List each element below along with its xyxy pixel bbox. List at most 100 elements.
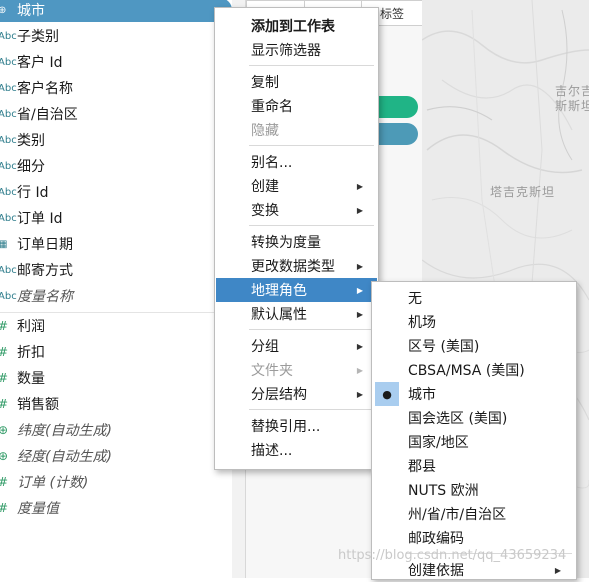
geo-role-option[interactable]: NUTS 欧洲	[373, 478, 575, 502]
geo-role-option[interactable]: 州/省/市/自治区	[373, 502, 575, 526]
context-menu-item[interactable]: 重命名	[216, 94, 377, 118]
field-label: 类别	[17, 133, 45, 149]
measure-field[interactable]: # 折扣	[0, 340, 232, 364]
menu-item-label: 默认属性	[251, 307, 307, 323]
context-menu-item[interactable]: 分组 ▶	[216, 334, 377, 358]
field-label: 客户 Id	[17, 55, 63, 71]
geo-role-option[interactable]: CBSA/MSA (美国)	[373, 358, 575, 382]
context-menu-item[interactable]: 更改数据类型 ▶	[216, 254, 377, 278]
context-menu-item[interactable]: 地理角色 ▶	[216, 278, 377, 302]
context-menu-item[interactable]: 替换引用...	[216, 414, 377, 438]
field-label: 数量	[17, 371, 45, 387]
context-menu-item[interactable]: 创建 ▶	[216, 174, 377, 198]
string-type-icon: Abc	[0, 134, 17, 146]
context-menu-item[interactable]: 默认属性 ▶	[216, 302, 377, 326]
globe-icon: ⊕	[0, 449, 9, 463]
field-label: 细分	[17, 159, 45, 175]
field-label: 订单 (计数)	[17, 475, 89, 491]
menu-item-label: 变换	[251, 203, 279, 219]
string-type-icon: Abc	[0, 186, 17, 198]
context-menu-item[interactable]: 显示筛选器	[216, 38, 377, 62]
dimension-field[interactable]: Abc 订单 Id	[0, 206, 232, 230]
measure-field[interactable]: # 数量	[0, 366, 232, 390]
map-label-tajikistan: 塔吉克斯坦	[490, 185, 556, 199]
string-type-icon: Abc	[0, 82, 17, 94]
menu-item-label: 别名...	[251, 155, 293, 171]
field-context-menu: 添加到工作表 显示筛选器 复制 重命名 隐藏 别名... 创建 ▶ 变换 ▶ 转换为度量 更改数据类型…	[214, 7, 379, 470]
field-label: 客户名称	[17, 81, 73, 97]
context-menu-item: 文件夹 ▶	[216, 358, 377, 382]
measure-field[interactable]: ⊕ 纬度(自动生成)	[0, 418, 232, 442]
field-label: 子类别	[17, 29, 59, 45]
geo-role-option[interactable]: 无	[373, 286, 575, 310]
pane-divider	[0, 312, 232, 313]
dimension-field[interactable]: ⊕ 城市	[0, 0, 232, 22]
measure-field[interactable]: # 订单 (计数)	[0, 470, 232, 494]
geo-role-option[interactable]: 国家/地区	[373, 430, 575, 454]
measure-field[interactable]: # 利润	[0, 314, 232, 338]
dimension-field[interactable]: Abc 客户名称	[0, 76, 232, 100]
context-menu-item[interactable]: 添加到工作表	[216, 14, 377, 38]
geo-role-option[interactable]: 郡县	[373, 454, 575, 478]
context-menu-item[interactable]: 复制	[216, 70, 377, 94]
context-menu-item[interactable]: 描述...	[216, 438, 377, 462]
dimension-field[interactable]: Abc 度量名称	[0, 284, 232, 308]
dimension-field[interactable]: Abc 邮寄方式	[0, 258, 232, 282]
geo-role-label: 区号 (美国)	[408, 339, 480, 355]
geo-role-label: 机场	[408, 315, 436, 331]
field-label: 利润	[17, 319, 45, 335]
submenu-arrow-icon: ▶	[356, 365, 363, 375]
dimension-field[interactable]: Abc 细分	[0, 154, 232, 178]
context-menu-item[interactable]: 转换为度量	[216, 230, 377, 254]
menu-item-label: 分组	[251, 339, 279, 355]
string-type-icon: Abc	[0, 212, 17, 224]
measure-field[interactable]: # 销售额	[0, 392, 232, 416]
context-menu-item: 隐藏	[216, 118, 377, 142]
dimension-field[interactable]: Abc 行 Id	[0, 180, 232, 204]
geo-role-option[interactable]: 机场	[373, 310, 575, 334]
measure-field[interactable]: # 度量值	[0, 496, 232, 520]
field-label: 度量名称	[17, 289, 73, 305]
field-label: 度量值	[17, 501, 59, 517]
measure-field[interactable]: ⊕ 经度(自动生成)	[0, 444, 232, 468]
dimension-field[interactable]: Abc 子类别	[0, 24, 232, 48]
number-icon: #	[0, 475, 12, 489]
field-label: 省/自治区	[17, 107, 78, 123]
menu-separator	[249, 329, 374, 330]
dimension-field[interactable]: Abc 类别	[0, 128, 232, 152]
menu-item-label: 创建	[251, 179, 279, 195]
number-icon: #	[0, 345, 12, 359]
menu-item-label: 隐藏	[251, 123, 279, 139]
watermark: https://blog.csdn.net/qq_43659234	[338, 548, 567, 563]
menu-item-label: 复制	[251, 75, 279, 91]
geo-role-option[interactable]: 邮政编码	[373, 526, 575, 550]
menu-item-label: 显示筛选器	[251, 43, 321, 59]
number-icon: #	[0, 371, 12, 385]
menu-item-label: 更改数据类型	[251, 259, 335, 275]
context-menu-item[interactable]: 别名...	[216, 150, 377, 174]
map-label-kyrgyz-2: 斯斯坦	[555, 99, 589, 113]
geo-role-label: 邮政编码	[408, 531, 464, 547]
dimension-field[interactable]: ▦ 订单日期	[0, 232, 232, 256]
geo-role-label: 郡县	[408, 459, 436, 475]
geographic-role-submenu: 无机场区号 (美国) CBSA/MSA (美国) ● 城市 国会选区 (美国) 国家/地区…	[371, 281, 577, 580]
field-label: 折扣	[17, 345, 45, 361]
menu-separator	[249, 145, 374, 146]
number-icon: #	[0, 397, 12, 411]
geo-role-option[interactable]: 国会选区 (美国)	[373, 406, 575, 430]
context-menu-item[interactable]: 分层结构 ▶	[216, 382, 377, 406]
menu-item-label: 替换引用...	[251, 419, 321, 435]
geo-role-option[interactable]: 区号 (美国)	[373, 334, 575, 358]
geo-role-option[interactable]: ● 城市	[373, 382, 575, 406]
dimension-field[interactable]: Abc 省/自治区	[0, 102, 232, 126]
dimension-field[interactable]: Abc 客户 Id	[0, 50, 232, 74]
menu-separator	[249, 409, 374, 410]
menu-item-label: 文件夹	[251, 363, 293, 379]
menu-item-label: 添加到工作表	[251, 19, 335, 35]
string-type-icon: Abc	[0, 290, 17, 302]
menu-separator	[249, 225, 374, 226]
number-icon: #	[0, 319, 12, 333]
string-type-icon: Abc	[0, 264, 17, 276]
context-menu-item[interactable]: 变换 ▶	[216, 198, 377, 222]
field-label: 订单日期	[17, 237, 73, 253]
